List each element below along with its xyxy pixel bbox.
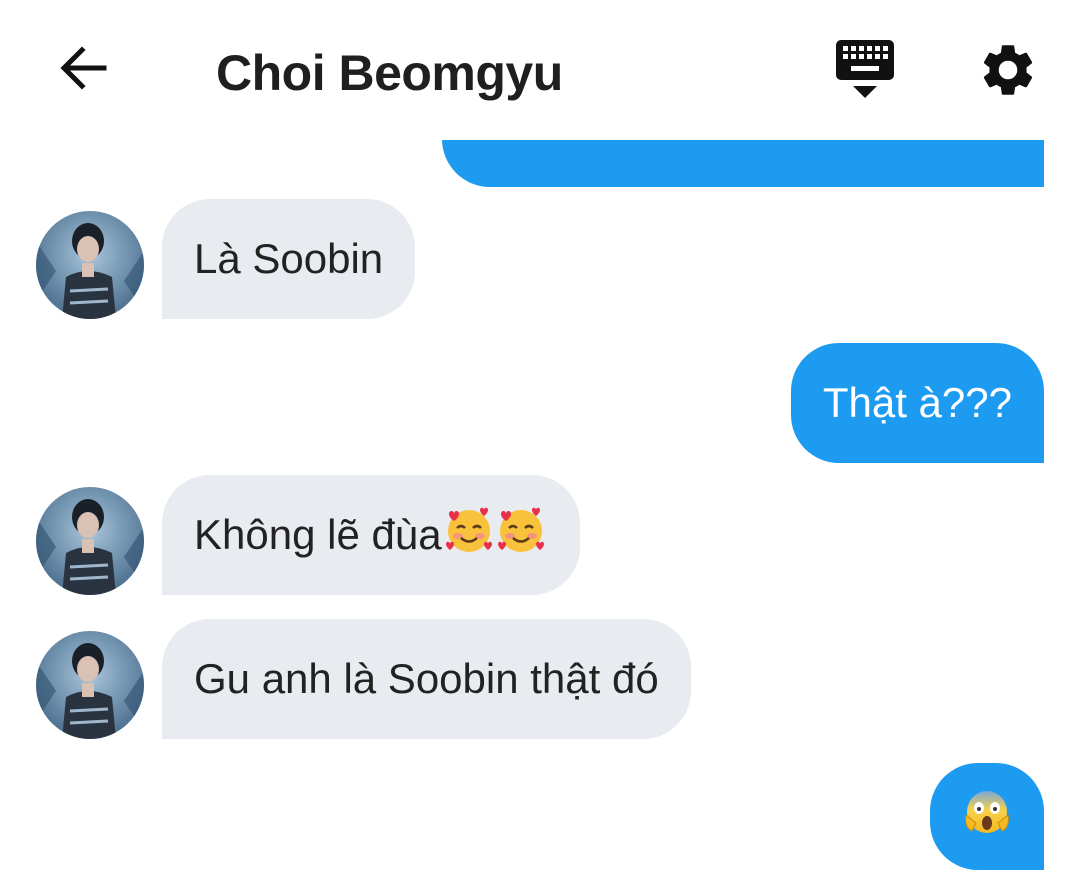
keyboard-toggle-button[interactable] [830, 36, 900, 106]
message-text: Thật à??? [822, 379, 1012, 426]
back-button[interactable] [52, 36, 116, 100]
message-text: Là Soobin [194, 235, 384, 282]
app-header: Choi Beomgyu [0, 0, 1080, 140]
face-screaming-in-fear-emoji [964, 787, 1010, 847]
message-bubble-incoming[interactable]: Không lẽ đùa [162, 475, 580, 595]
settings-button[interactable] [972, 34, 1044, 106]
page-title: Choi Beomgyu [216, 45, 563, 101]
message-bubble-incoming[interactable]: Là Soobin [162, 199, 416, 319]
chat-screen: Là Soobin Thật à??? Không lẽ đùa Gu anh … [0, 0, 1080, 892]
message-text: Không lẽ đùa [194, 511, 442, 558]
avatar[interactable] [36, 487, 144, 595]
message-bubble-outgoing[interactable]: Thật à??? [790, 343, 1044, 463]
gear-icon [983, 45, 1033, 95]
keyboard-hide-icon [836, 40, 894, 98]
message-text: Gu anh là Soobin thật đó [194, 655, 659, 702]
avatar[interactable] [36, 631, 144, 739]
message-bubble-incoming[interactable]: Gu anh là Soobin thật đó [162, 619, 691, 739]
smiling-face-with-hearts-emoji [496, 504, 546, 566]
message-bubble-outgoing[interactable] [930, 763, 1044, 870]
arrow-left-icon [60, 46, 107, 90]
smiling-face-with-hearts-emoji [444, 504, 494, 566]
avatar[interactable] [36, 211, 144, 319]
